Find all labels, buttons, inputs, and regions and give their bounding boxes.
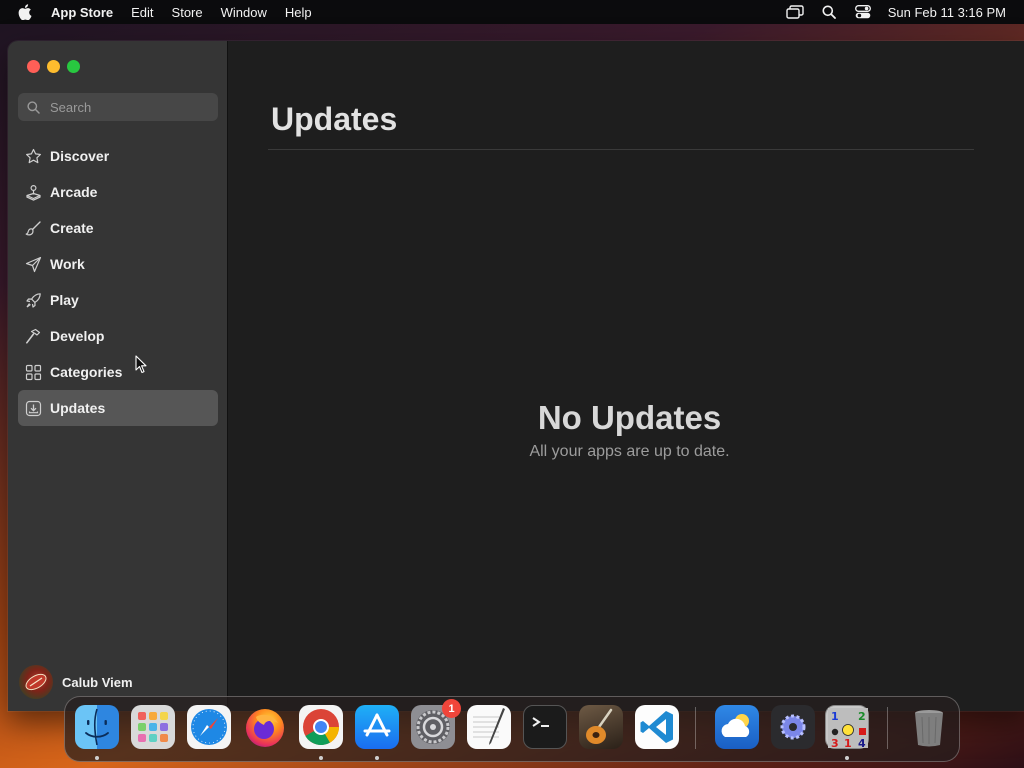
chrome-icon[interactable] — [299, 705, 343, 749]
sidebar-item-label: Create — [50, 220, 94, 236]
weather-icon[interactable] — [715, 705, 759, 749]
joystick-icon — [24, 183, 42, 201]
sidebar-item-play[interactable]: Play — [18, 282, 218, 318]
finder-icon[interactable] — [75, 705, 119, 749]
sidebar-item-label: Develop — [50, 328, 105, 344]
sidebar-item-develop[interactable]: Develop — [18, 318, 218, 354]
empty-state: No Updates All your apps are up to date. — [229, 399, 1024, 461]
title-divider — [268, 149, 974, 150]
running-indicator — [319, 756, 323, 760]
page-title: Updates — [271, 101, 398, 137]
screen-mirroring-icon[interactable] — [786, 4, 804, 20]
grid-icon — [24, 363, 42, 381]
dock-separator — [887, 707, 888, 749]
sidebar-item-create[interactable]: Create — [18, 210, 218, 246]
search-icon — [27, 100, 41, 114]
settings-gear-icon[interactable] — [771, 705, 815, 749]
spotlight-search-icon[interactable] — [820, 4, 838, 20]
garageband-icon[interactable] — [579, 705, 623, 749]
trash-icon[interactable] — [907, 705, 951, 749]
sidebar-item-label: Work — [50, 256, 85, 272]
terminal-icon[interactable] — [523, 705, 567, 749]
minimize-window-button[interactable] — [47, 60, 60, 73]
minesweeper-icon[interactable]: 12314 — [825, 705, 869, 750]
zoom-window-button[interactable] — [67, 60, 80, 73]
empty-state-title: No Updates — [537, 399, 722, 436]
sidebar-item-label: Play — [50, 292, 79, 308]
search-placeholder: Search — [50, 99, 92, 115]
search-field[interactable]: Search — [18, 93, 218, 121]
empty-state-subtitle: All your apps are up to date. — [529, 443, 730, 460]
star-icon — [24, 147, 42, 165]
rocket-icon — [24, 291, 42, 309]
menu-bar: App Store Edit Store Window Help Sun Feb… — [0, 0, 1024, 24]
menu-window[interactable]: Window — [221, 5, 267, 20]
sidebar-item-discover[interactable]: Discover — [18, 138, 218, 174]
sidebar-item-updates[interactable]: Updates — [18, 390, 218, 426]
close-window-button[interactable] — [27, 60, 40, 73]
sidebar-nav: Discover Arcade Create Work Play Develop… — [18, 138, 218, 426]
notification-badge: 1 — [442, 699, 461, 718]
account-button[interactable]: Calub Viem — [19, 665, 133, 699]
main-content: Updates No Updates All your apps are up … — [229, 41, 1024, 711]
menu-help[interactable]: Help — [285, 5, 312, 20]
menu-bar-status-area: Sun Feb 11 3:16 PM — [770, 0, 1006, 24]
menu-bar-clock[interactable]: Sun Feb 11 3:16 PM — [888, 5, 1006, 20]
menu-store[interactable]: Store — [172, 5, 203, 20]
safari-icon[interactable] — [187, 705, 231, 749]
dock: 1 12314 — [64, 696, 960, 762]
sidebar-item-label: Categories — [50, 364, 123, 380]
textedit-icon[interactable] — [467, 705, 511, 749]
sidebar-item-label: Updates — [50, 400, 106, 416]
firefox-icon[interactable] — [243, 705, 287, 749]
window-controls — [27, 60, 87, 73]
svg-text:1: 1 — [844, 737, 852, 750]
app-store-icon[interactable] — [355, 705, 399, 749]
menu-edit[interactable]: Edit — [131, 5, 153, 20]
hammer-icon — [24, 327, 42, 345]
running-indicator — [845, 756, 849, 760]
download-tray-icon — [24, 399, 42, 417]
user-name: Calub Viem — [62, 674, 133, 690]
sidebar-item-label: Arcade — [50, 184, 98, 200]
svg-text:4: 4 — [858, 737, 866, 750]
dock-separator — [695, 707, 696, 749]
paper-plane-icon — [24, 255, 42, 273]
avatar — [19, 665, 53, 699]
system-settings-icon[interactable]: 1 — [411, 699, 461, 749]
running-indicator — [375, 756, 379, 760]
sidebar-item-label: Discover — [50, 148, 110, 164]
sidebar: Search Discover Arcade Create Work Play … — [8, 41, 228, 711]
launchpad-icon[interactable] — [131, 705, 175, 749]
running-indicator — [95, 756, 99, 760]
svg-text:3: 3 — [831, 737, 839, 750]
app-store-window: Search Discover Arcade Create Work Play … — [8, 41, 1024, 711]
svg-text:1: 1 — [831, 710, 839, 723]
control-center-icon[interactable] — [854, 4, 872, 20]
menu-app-store[interactable]: App Store — [51, 5, 113, 20]
apple-menu-icon[interactable] — [18, 4, 34, 20]
sidebar-item-categories[interactable]: Categories — [18, 354, 218, 390]
mouse-pointer-icon — [135, 355, 147, 374]
paintbrush-icon — [24, 219, 42, 237]
sidebar-item-arcade[interactable]: Arcade — [18, 174, 218, 210]
svg-text:2: 2 — [858, 710, 866, 723]
vscode-icon[interactable] — [635, 705, 679, 749]
sidebar-item-work[interactable]: Work — [18, 246, 218, 282]
